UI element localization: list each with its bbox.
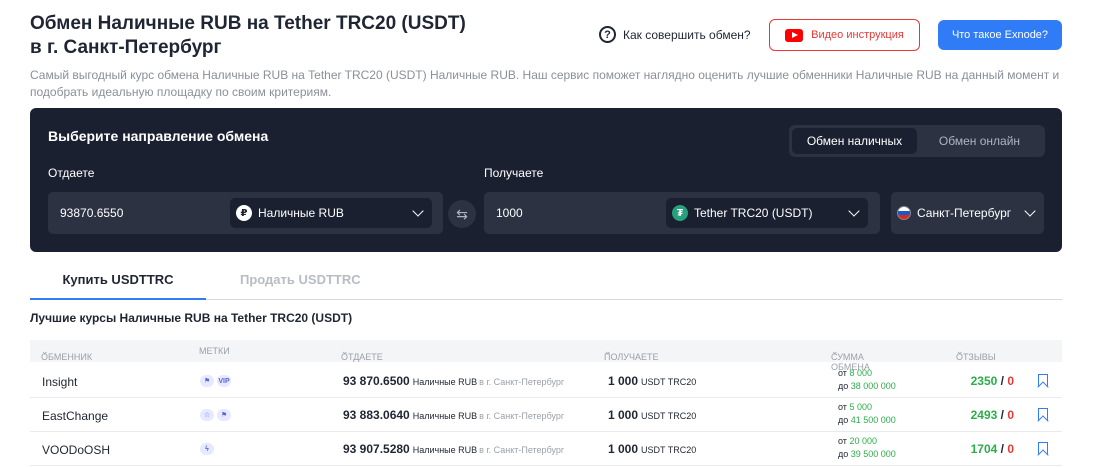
exchanger-name[interactable]: VOODoOSH	[42, 443, 110, 457]
howto-label: Как совершить обмен?	[623, 27, 751, 42]
swap-direction-button[interactable]: ⇆	[448, 200, 476, 228]
receive-cell: 1 000 USDT TRC20	[608, 374, 697, 388]
chevron-down-icon	[1024, 205, 1036, 217]
receive-amount-input[interactable]: 1000	[496, 206, 523, 220]
receive-cell: 1 000 USDT TRC20	[608, 442, 697, 456]
question-icon: ?	[599, 26, 616, 43]
page-title-line2: в г. Санкт-Петербург	[30, 37, 222, 58]
tags: ⚑ VIP	[200, 375, 234, 387]
column-give[interactable]: ОТДАЕТЕ ⌄	[341, 346, 383, 362]
sum-range: от 8 000 до 38 000 000	[838, 368, 896, 391]
chevron-down-icon	[412, 205, 424, 217]
city-select[interactable]: Санкт-Петербург	[891, 192, 1044, 234]
give-amount-input[interactable]: 93870.6550	[60, 206, 123, 220]
page-description: Самый выгодный курс обмена Наличные RUB …	[30, 68, 1060, 99]
column-reviews[interactable]: ОТЗЫВЫ ⌄	[956, 346, 996, 362]
chevron-down-icon	[848, 205, 860, 217]
column-tags: МЕТКИ	[199, 346, 230, 356]
mode-online-tab[interactable]: Обмен онлайн	[917, 128, 1042, 154]
tag-badge: ⚑	[217, 409, 231, 421]
exchange-panel-title: Выберите направление обмена	[48, 128, 269, 144]
table-row[interactable]: EastChange ☆ ⚑ 93 883.0640 Наличные RUB в …	[30, 398, 1062, 432]
receive-cell: 1 000 USDT TRC20	[608, 408, 697, 422]
give-currency-label: Наличные RUB	[258, 206, 344, 220]
page-title: Обмен Наличные RUB на Tether TRC20 (USDT…	[30, 12, 466, 60]
reviews-count: 1704 / 0	[970, 442, 1014, 456]
video-instruction-button[interactable]: Видео инструкция	[769, 19, 920, 51]
give-cell: 93 883.0640 Наличные RUB в г. Санкт-Петерб…	[343, 408, 565, 422]
table-header: ОБМЕННИК ⌄ МЕТКИ ОТДАЕТЕ ⌄ ПОЛУЧАЕТЕ ⌄ С…	[30, 340, 1062, 372]
table-row[interactable]: VOODoOSH ϟ 93 907.5280 Наличные RUB в г. С…	[30, 432, 1062, 466]
ruble-icon: ₽	[236, 205, 252, 221]
reviews-count: 2350 / 0	[970, 374, 1014, 388]
vip-badge: VIP	[217, 375, 231, 387]
bookmark-icon[interactable]	[1038, 442, 1048, 455]
table-row[interactable]: Insight ⚑ VIP 93 870.6500 Наличные RUB в г…	[30, 364, 1062, 398]
page-title-line1: Обмен Наличные RUB на Tether TRC20 (USDT…	[30, 13, 466, 34]
give-field: 93870.6550 ₽ Наличные RUB	[48, 192, 443, 234]
mode-cash-tab[interactable]: Обмен наличных	[792, 128, 917, 154]
give-label: Отдаете	[48, 166, 95, 180]
exchange-panel: Выберите направление обмена Обмен наличн…	[30, 108, 1062, 252]
tether-icon: ₮	[672, 205, 688, 221]
star-badge: ☆	[200, 409, 214, 421]
exchange-mode-toggle: Обмен наличных Обмен онлайн	[789, 125, 1045, 157]
bookmark-icon[interactable]	[1038, 408, 1048, 421]
tab-sell[interactable]: Продать USDTTRC	[240, 272, 361, 287]
column-sum[interactable]: СУММА ОБМЕНА ⌄	[831, 346, 870, 372]
receive-field: 1000 ₮ Tether TRC20 (USDT)	[484, 192, 880, 234]
tab-buy[interactable]: Купить USDTTRC	[30, 272, 206, 300]
youtube-icon	[785, 28, 804, 42]
column-exchanger[interactable]: ОБМЕННИК ⌄	[41, 346, 92, 362]
give-cell: 93 907.5280 Наличные RUB в г. Санкт-Петерб…	[343, 442, 565, 456]
receive-label: Получаете	[484, 166, 544, 180]
tags: ϟ	[200, 443, 217, 455]
what-is-exnode-button[interactable]: Что такое Exnode?	[938, 20, 1062, 50]
rates-section-title: Лучшие курсы Наличные RUB на Tether TRC2…	[30, 311, 353, 325]
receive-currency-select[interactable]: ₮ Tether TRC20 (USDT)	[666, 198, 868, 228]
bookmark-icon[interactable]	[1038, 374, 1048, 387]
russia-flag-icon	[897, 206, 911, 220]
video-button-label: Видео инструкция	[811, 29, 904, 41]
lightning-badge: ϟ	[200, 443, 214, 455]
give-cell: 93 870.6500 Наличные RUB в г. Санкт-Петерб…	[343, 374, 565, 388]
sum-range: от 20 000 до 39 500 000	[838, 436, 896, 459]
exchanger-name[interactable]: EastChange	[42, 409, 108, 423]
exchanger-name[interactable]: Insight	[42, 375, 77, 389]
city-label: Санкт-Петербург	[917, 206, 1012, 220]
city-select-inner: Санкт-Петербург	[891, 198, 1044, 228]
howto-link[interactable]: ? Как совершить обмен?	[599, 26, 751, 43]
give-currency-select[interactable]: ₽ Наличные RUB	[230, 198, 432, 228]
tag-badge: ⚑	[200, 375, 214, 387]
reviews-count: 2493 / 0	[970, 408, 1014, 422]
tags: ☆ ⚑	[200, 409, 234, 421]
sum-range: от 5 000 до 41 500 000	[838, 402, 896, 425]
receive-currency-label: Tether TRC20 (USDT)	[694, 206, 813, 220]
buy-sell-tabs: Купить USDTTRC Продать USDTTRC	[30, 264, 1062, 300]
column-receive[interactable]: ПОЛУЧАЕТЕ ⌄	[604, 346, 659, 362]
